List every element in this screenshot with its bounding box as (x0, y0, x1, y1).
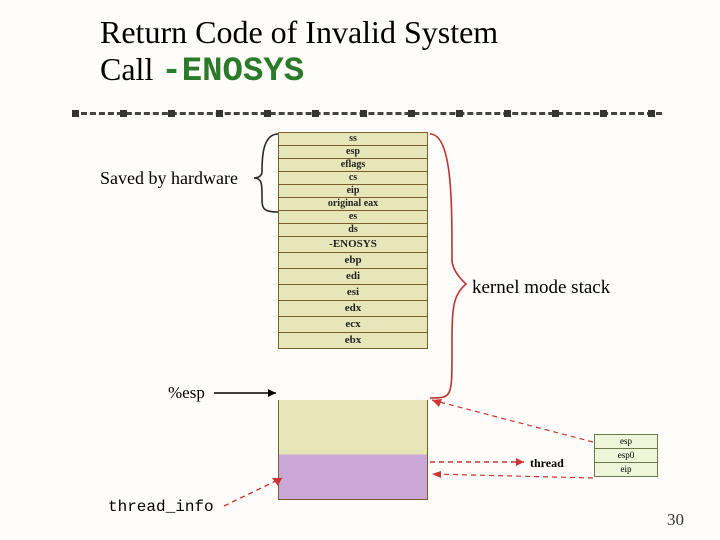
arrow-threadinfo (224, 478, 282, 506)
saved-by-hardware-label: Saved by hardware (100, 168, 238, 189)
title-divider (72, 112, 662, 115)
stack-cell: ecx (279, 317, 427, 333)
arrow-esp-back (432, 400, 593, 442)
stack-cell: ds (279, 224, 427, 237)
esp-pointer-label: %esp (168, 383, 205, 403)
title-line2a: Call (100, 51, 161, 87)
stack-cell: edi (279, 269, 427, 285)
title-code: -ENOSYS (161, 53, 304, 91)
thread-struct-row: eip (595, 463, 657, 476)
stack-cell: original eax (279, 198, 427, 211)
stack-cell: eflags (279, 159, 427, 172)
stack-cell: esi (279, 285, 427, 301)
stack-cell: eip (279, 185, 427, 198)
stack-cell: ss (279, 133, 427, 146)
brace-left (254, 134, 278, 212)
title-line1: Return Code of Invalid System (100, 14, 498, 50)
stack-cell: es (279, 211, 427, 224)
thread-info-label: thread_info (108, 498, 214, 516)
thread-struct-table: esp esp0 eip (594, 434, 658, 477)
kernel-stack-label: kernel mode stack (472, 277, 610, 299)
page-number: 30 (667, 510, 684, 530)
thread-struct-row: esp (595, 435, 657, 449)
stack-cell: esp (279, 146, 427, 159)
stack-cell: ebx (279, 333, 427, 348)
arrow-eip-back (432, 474, 593, 478)
stack-table: ss esp eflags cs eip original eax es ds … (278, 132, 428, 349)
thread-struct-row: esp0 (595, 449, 657, 463)
stack-cell: edx (279, 301, 427, 317)
stack-cell: cs (279, 172, 427, 185)
slide-title: Return Code of Invalid System Call -ENOS… (100, 14, 498, 92)
stack-cell-enosys: -ENOSYS (279, 237, 427, 253)
brace-right (430, 134, 466, 398)
stack-lower-region (278, 400, 428, 500)
stack-cell: ebp (279, 253, 427, 269)
thread-label: thread (530, 456, 564, 471)
